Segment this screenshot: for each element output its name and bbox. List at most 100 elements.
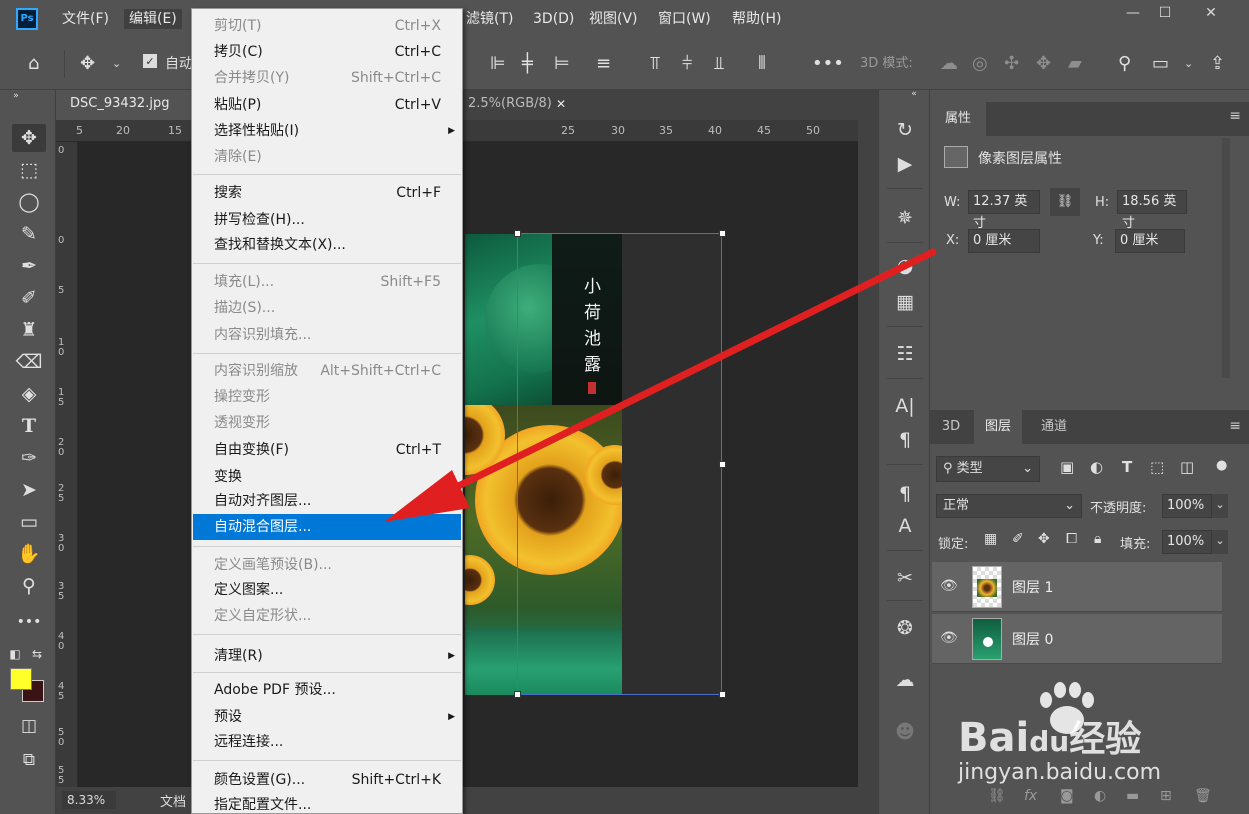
menu-edit[interactable]: 编辑(E) (124, 9, 182, 29)
transform-handle[interactable] (719, 230, 726, 237)
menu-item-copy[interactable]: 拷贝(C) Ctrl+C (193, 40, 461, 64)
brush-tool-icon[interactable]: ✐ (12, 284, 46, 312)
hand-tool-icon[interactable]: ✋ (12, 540, 46, 568)
filter-pixel-icon[interactable]: ▣ (1060, 458, 1074, 476)
menu-item-stroke[interactable]: 描边(S)... (193, 296, 461, 320)
actions-play-icon[interactable]: ▶ (891, 150, 919, 178)
menu-item-remote-connections[interactable]: 远程连接... (193, 730, 461, 754)
rectangle-tool-icon[interactable]: ▭ (12, 508, 46, 536)
more-options-icon[interactable]: ••• (812, 52, 844, 76)
chevron-down-icon[interactable]: ⌄ (1212, 530, 1228, 554)
stamp-tool-icon[interactable]: ♜ (12, 316, 46, 344)
eye-icon[interactable]: 👁︎ (940, 630, 958, 646)
fill-field[interactable]: 100% (1162, 530, 1212, 554)
tab-properties[interactable]: 属性 (930, 102, 986, 136)
menu-file[interactable]: 文件(F) (62, 9, 109, 29)
menu-help[interactable]: 帮助(H) (732, 9, 781, 29)
tab-document-2[interactable]: 2.5%(RGB/8) (454, 90, 566, 120)
properties-scrollbar[interactable] (1222, 138, 1230, 378)
move-tool-icon[interactable]: ✥ (12, 124, 46, 152)
zoom-level[interactable]: 8.33% (62, 791, 116, 809)
vertical-scrollbar[interactable] (858, 120, 878, 787)
screen-mode-icon[interactable]: ⧉ (12, 746, 46, 774)
lasso-tool-icon[interactable]: ◯ (12, 188, 46, 216)
swap-colors-icon[interactable]: ⇆ (30, 640, 44, 668)
filter-toggle-icon[interactable]: ● (1216, 458, 1227, 473)
marquee-tool-icon[interactable]: ⬚ (12, 156, 46, 184)
menu-item-free-transform[interactable]: 自由变换(F) Ctrl+T (193, 438, 461, 462)
eyedropper-tool-icon[interactable]: ✒ (12, 252, 46, 280)
foreground-color-swatch[interactable] (10, 668, 32, 690)
close-window-button[interactable]: ✕ (1196, 2, 1226, 24)
creative-cloud-icon[interactable]: ☁ (891, 666, 919, 694)
filter-shape-icon[interactable]: ⬚ (1150, 458, 1164, 476)
lock-all-icon[interactable]: 🔒︎ (1094, 531, 1101, 547)
type-tool-icon[interactable]: T (12, 412, 46, 440)
menu-item-define-shape[interactable]: 定义自定形状... (193, 604, 461, 628)
paragraph-styles-icon[interactable]: ¶ (891, 480, 919, 508)
transform-handle[interactable] (514, 230, 521, 237)
doc-info[interactable]: 文档 (160, 791, 186, 810)
libraries-icon[interactable]: ☷ (891, 340, 919, 368)
minimize-button[interactable]: — (1118, 2, 1148, 24)
move-tool-icon[interactable]: ✥ (80, 52, 95, 76)
character-icon[interactable]: A| (891, 392, 919, 420)
3d-pan-icon[interactable]: ✣ (1004, 52, 1019, 76)
adobe-stock-icon[interactable]: ☻ (891, 718, 919, 746)
width-field[interactable]: 12.37 英寸 (968, 190, 1040, 231)
menu-item-color-settings[interactable]: 颜色设置(G)... Shift+Ctrl+K (193, 768, 461, 792)
quick-select-tool-icon[interactable]: ✎ (12, 220, 46, 248)
chevron-down-icon[interactable]: ⌄ (1184, 52, 1193, 76)
menu-item-perspective-warp[interactable]: 透视变形 (193, 411, 461, 435)
transform-bounding-box[interactable] (514, 230, 726, 698)
filter-type-icon[interactable]: T (1122, 458, 1132, 476)
menu-view[interactable]: 视图(V) (589, 9, 638, 29)
blend-mode-select[interactable]: 正常 ⌄ (936, 494, 1082, 518)
link-icon[interactable]: ⛓ (1050, 188, 1080, 216)
filter-select[interactable]: ⚲ 类型 ⌄ (936, 456, 1040, 482)
menu-3d[interactable]: 3D(D) (533, 9, 574, 29)
menu-item-purge[interactable]: 清理(R) ▶ (193, 644, 461, 668)
height-field[interactable]: 18.56 英寸 (1117, 190, 1187, 231)
default-colors-icon[interactable]: ◧ (8, 640, 22, 668)
menu-item-define-pattern[interactable]: 定义图案... (193, 578, 461, 602)
maximize-button[interactable]: ☐ (1150, 2, 1180, 24)
menu-item-assign-profile[interactable]: 指定配置文件... (193, 793, 461, 814)
align-right-icon[interactable]: ⊨ (554, 52, 570, 76)
menu-item-spell-check[interactable]: 拼写检查(H)... (193, 208, 461, 232)
navigator-icon[interactable]: ✵ (891, 204, 919, 232)
history-icon[interactable]: ↻ (891, 116, 919, 144)
more-tools-icon[interactable]: ••• (12, 608, 46, 636)
lock-paint-icon[interactable]: ✐ (1012, 531, 1024, 547)
filter-adjustment-icon[interactable]: ◐ (1090, 458, 1103, 476)
lock-transparent-icon[interactable]: ▦ (984, 531, 997, 547)
menu-item-fill[interactable]: 填充(L)... Shift+F5 (193, 270, 461, 294)
transform-handle[interactable] (719, 461, 726, 468)
menu-item-find-replace[interactable]: 查找和替换文本(X)... (193, 233, 461, 257)
home-icon[interactable]: ⌂ (28, 52, 39, 76)
close-icon[interactable]: ✕ (552, 90, 570, 120)
character-styles-icon[interactable]: A (891, 512, 919, 540)
menu-item-copy-merged[interactable]: 合并拷贝(Y) Shift+Ctrl+C (193, 66, 461, 90)
menu-window[interactable]: 窗口(W) (658, 9, 711, 29)
3d-camera-icon[interactable]: ▰ (1068, 52, 1082, 76)
share-icon[interactable]: ⇪ (1210, 52, 1225, 76)
menu-item-clear[interactable]: 清除(E) (193, 145, 461, 169)
lock-artboard-icon[interactable]: ⧠ (1066, 531, 1077, 547)
menu-item-paste-special[interactable]: 选择性粘贴(I) ▶ (193, 119, 461, 143)
glyphs-icon[interactable]: ❂ (891, 614, 919, 642)
distribute-horizontal-icon[interactable]: ⦀ (758, 52, 766, 76)
panel-menu-icon[interactable]: ≡ (1229, 418, 1241, 434)
panel-menu-icon[interactable]: ≡ (1229, 108, 1241, 124)
eye-icon[interactable]: 👁︎ (940, 578, 958, 594)
layer-row[interactable]: 👁︎ 图层 1 (932, 562, 1222, 612)
search-icon[interactable]: ⚲ (1118, 52, 1131, 76)
menu-item-pdf-presets[interactable]: Adobe PDF 预设... (193, 678, 461, 702)
tab-document[interactable]: DSC_93432.jpg @ (56, 90, 196, 139)
menu-item-presets[interactable]: 预设 ▶ (193, 705, 461, 729)
collapse-icon[interactable]: » (6, 92, 26, 101)
align-left-icon[interactable]: ⊫ (490, 52, 506, 76)
quick-mask-icon[interactable]: ◫ (12, 712, 46, 740)
color-palette-icon[interactable]: ◕ (891, 252, 919, 280)
swatches-grid-icon[interactable]: ▦ (891, 288, 919, 316)
